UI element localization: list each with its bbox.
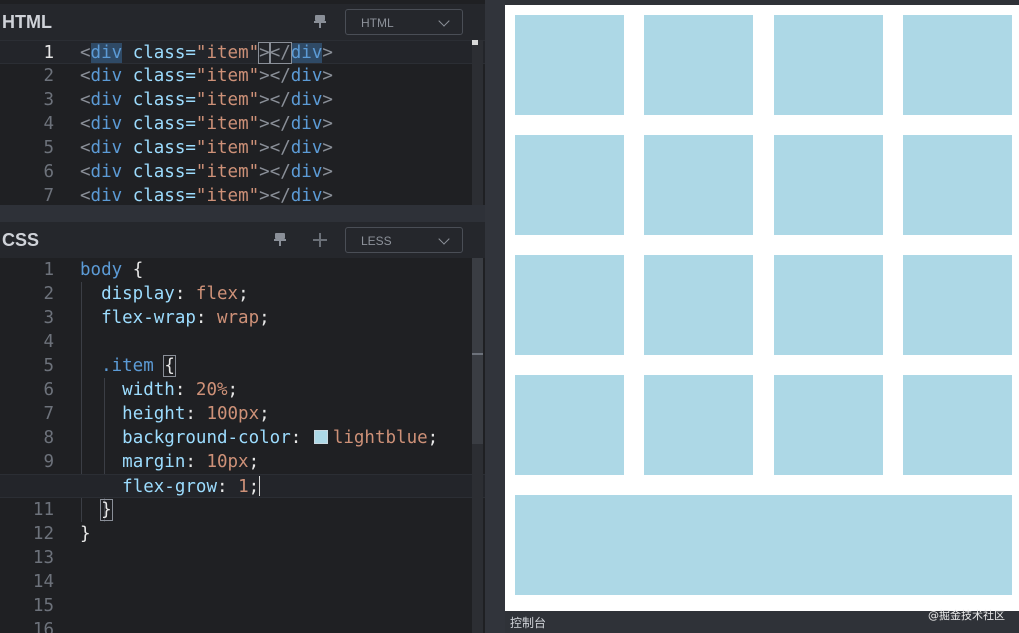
code-line: .item { [101,355,176,377]
html-panel-header: HTML HTML [0,4,485,41]
chevron-down-icon [438,233,450,245]
text-cursor [259,476,261,496]
flex-item [903,255,1012,355]
code-line: height: 100px; [122,404,270,424]
code-line: 6 <div class="item"></div> [0,160,485,184]
watermark: @掘金技术社区 [928,609,1005,622]
html-language-value: HTML [361,16,394,30]
line-number-row: 4 [0,330,60,354]
editor-column: HTML HTML 1 <div class="item"></div> 2 <div… [0,0,485,633]
console-bar[interactable]: 控制台 @掘金技术社区 [505,609,1019,633]
line-number: 2 [43,66,54,86]
color-swatch-icon[interactable] [313,430,328,444]
line-number: 4 [43,332,54,352]
flex-item [644,135,753,235]
flex-item [644,255,753,355]
line-number: 7 [43,186,54,205]
code-line: 3 <div class="item"></div> [0,88,485,112]
line-number: 5 [43,138,54,158]
flex-item [903,375,1012,475]
console-label[interactable]: 控制台 [510,614,546,631]
code-line: 5 <div class="item"></div> [0,136,485,160]
line-number: 6 [43,162,54,182]
line-number: 4 [43,114,54,134]
flex-item [515,15,624,115]
pin-icon[interactable] [314,15,326,29]
flex-item [515,255,624,355]
preview-pane: 控制台 @掘金技术社区 [505,0,1019,633]
code-line: body { [80,260,144,280]
css-code-editor[interactable]: 12345678910111213141516 body { display: … [0,258,485,633]
line-number: 14 [32,572,54,592]
code-line: display: flex; [101,284,249,304]
add-icon[interactable] [313,233,327,247]
pin-icon[interactable] [274,233,286,247]
html-code-editor[interactable]: 1 <div class="item"></div> 2 <div class="it… [0,40,485,205]
flex-item [644,375,753,475]
flex-item [774,255,883,355]
code-line: background-color: lightblue; [122,428,439,448]
css-language-select[interactable]: LESS [345,227,463,253]
flex-item [774,135,883,235]
flex-item [774,375,883,475]
flex-item [644,15,753,115]
line-number: 15 [32,596,54,616]
css-language-value: LESS [361,234,392,248]
flex-item [903,15,1012,115]
line-number: 13 [32,548,54,568]
line-number-row: 15 [0,594,60,618]
flex-item [774,15,883,115]
code-line-active: flex-grow: 1; [0,474,485,498]
line-number: 3 [43,90,54,110]
code-line: 4 <div class="item"></div> [0,112,485,136]
line-number-row: 16 [0,618,60,633]
code-line: 2 <div class="item"></div> [0,64,485,88]
line-number: 1 [43,43,54,63]
html-language-select[interactable]: HTML [345,9,463,35]
code-line: } [80,524,91,544]
code-line: 1 <div class="item"></div> [0,40,485,64]
css-panel-header: CSS LESS [0,222,485,259]
line-number-row: 14 [0,570,60,594]
flex-item [515,375,624,475]
code-line: margin: 10px; [122,452,260,472]
flex-item [903,135,1012,235]
html-panel-title: HTML [2,12,52,32]
flex-item [515,495,1012,595]
chevron-down-icon [438,15,450,27]
line-number-row: 13 [0,546,60,570]
css-panel-title: CSS [2,230,40,250]
code-line: } [100,499,113,521]
editor-preview-splitter[interactable] [485,0,505,633]
flex-item [515,135,624,235]
html-editor-scrollbar[interactable] [472,40,483,205]
code-line: width: 20%; [122,380,239,400]
scroll-thumb[interactable] [472,258,483,444]
panel-resize-divider[interactable] [0,205,485,222]
code-line: flex-wrap: wrap; [101,308,270,328]
preview-frame [505,5,1019,611]
line-number: 16 [32,620,54,633]
code-line: 7 <div class="item"></div> [0,184,485,205]
css-editor-scrollbar[interactable] [472,258,483,633]
